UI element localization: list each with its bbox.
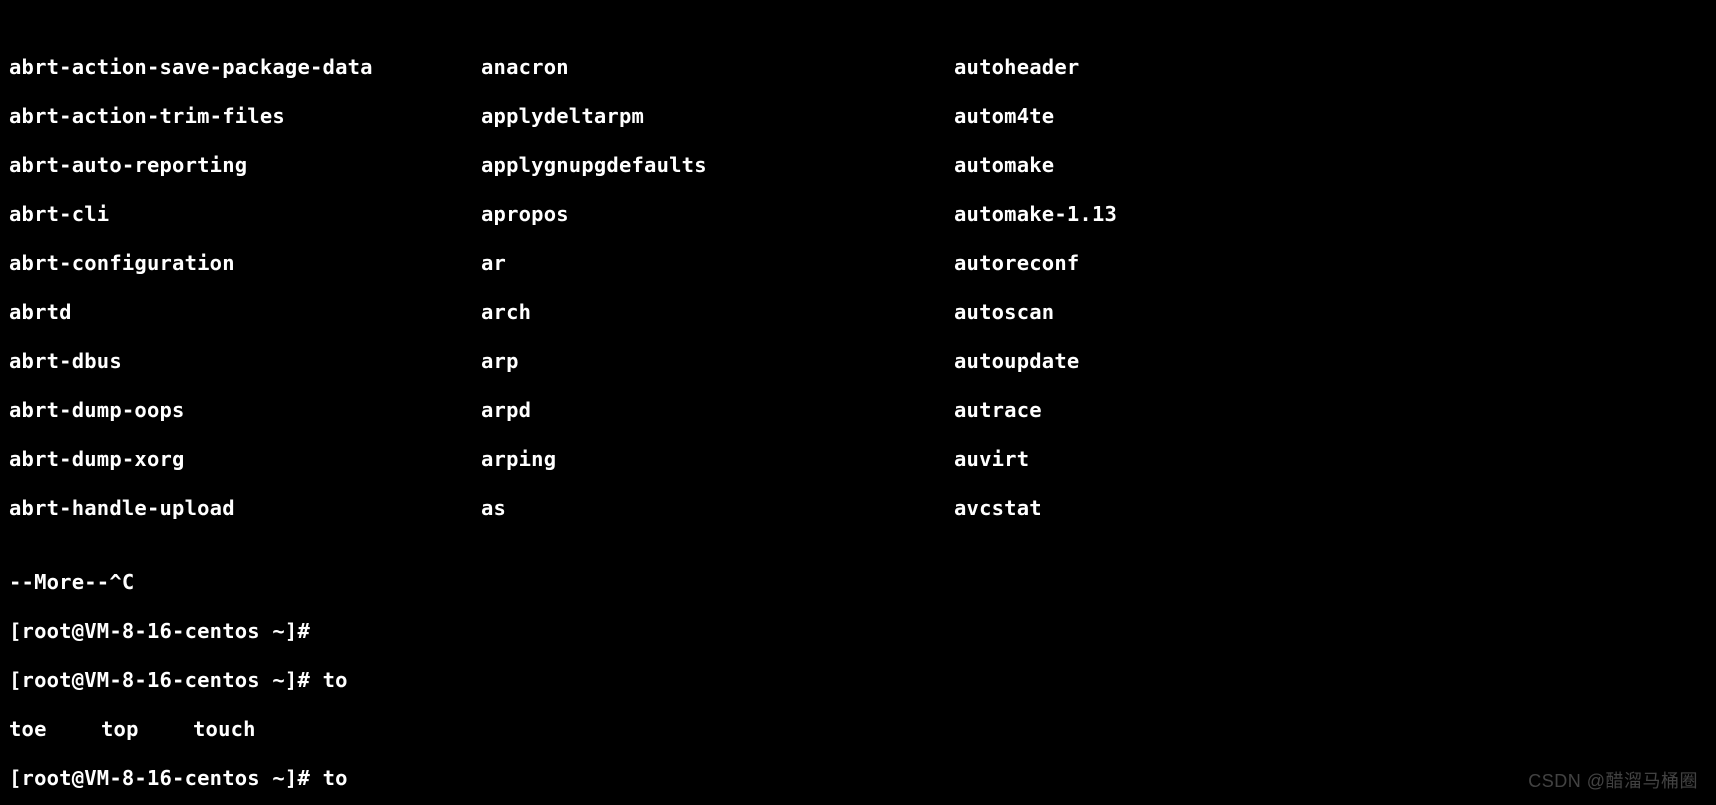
prompt-line: [root@VM-8-16-centos ~]# to bbox=[9, 766, 1707, 791]
prompt-line: [root@VM-8-16-centos ~]# to bbox=[9, 668, 1707, 693]
more-prompt: --More--^C bbox=[9, 570, 1707, 595]
cmd-list-block: abrt-action-save-package-dataanacronauto… bbox=[9, 31, 1707, 546]
prompt-line: [root@VM-8-16-centos ~]# bbox=[9, 619, 1707, 644]
terminal-output[interactable]: abrt-action-save-package-dataanacronauto… bbox=[0, 0, 1716, 805]
watermark-text: CSDN @醋溜马桶圈 bbox=[1528, 769, 1698, 794]
completion-row: toetoptouch bbox=[9, 717, 1707, 742]
